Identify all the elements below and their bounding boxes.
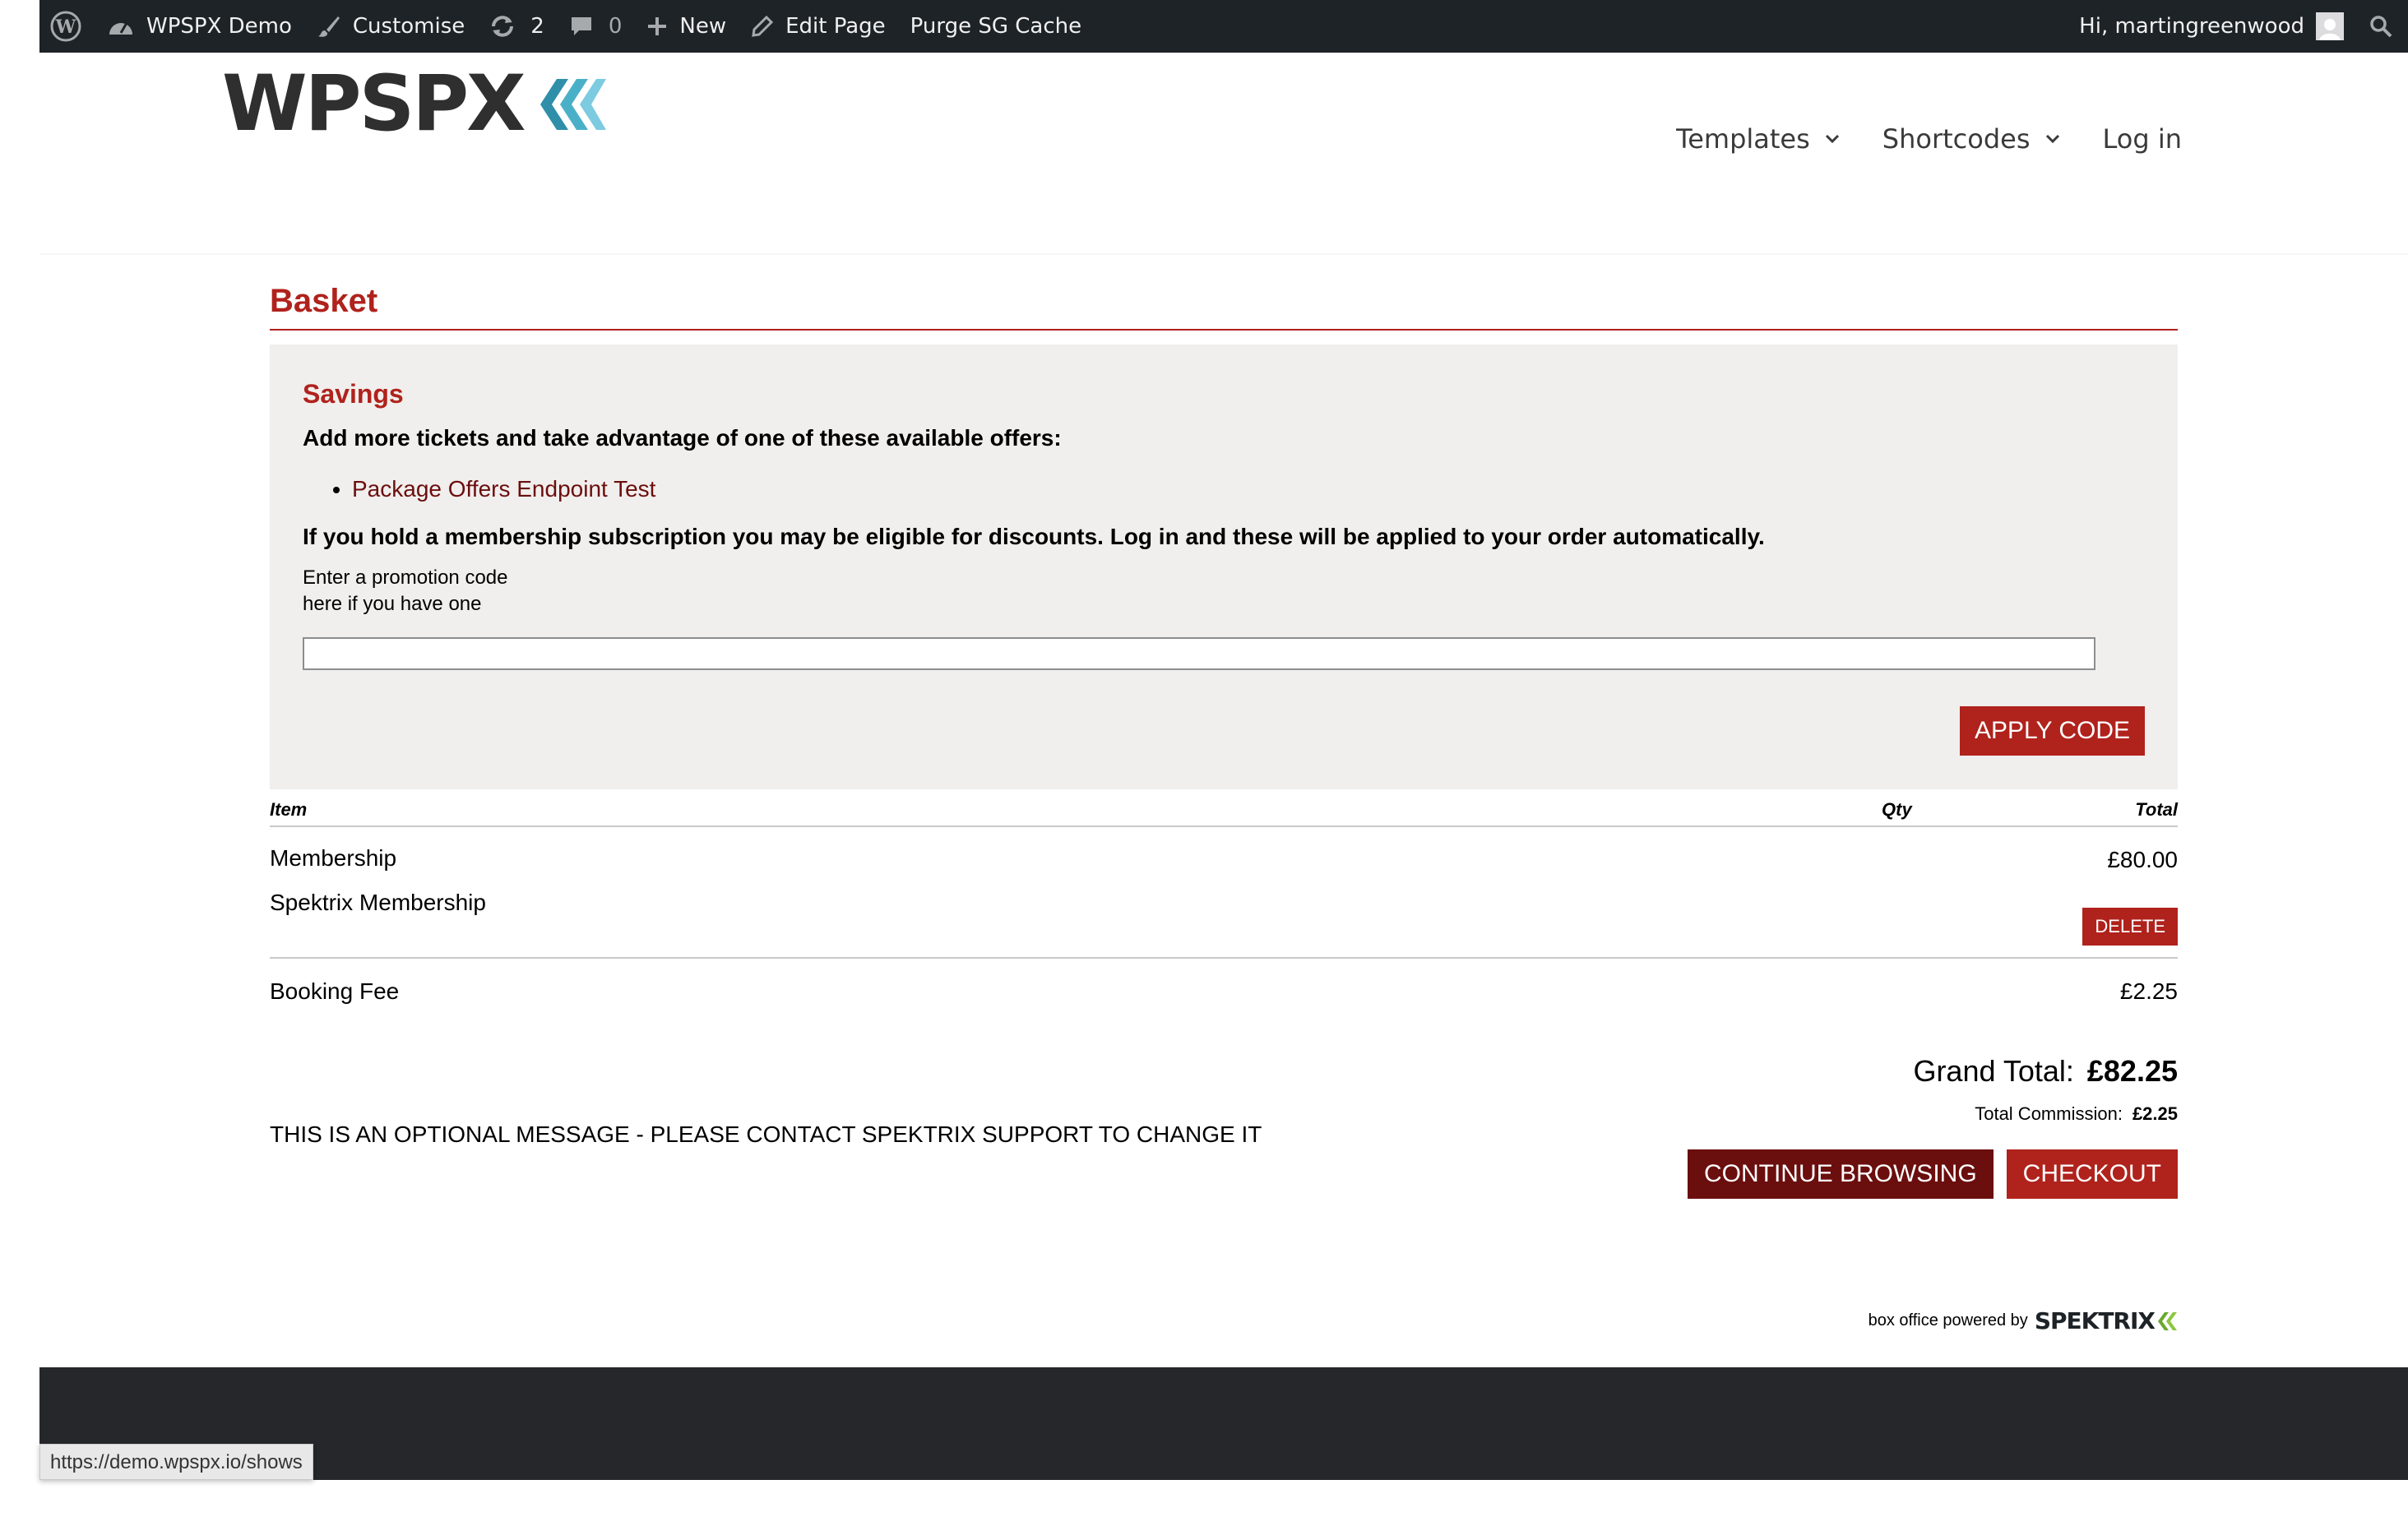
- purge-cache-label: Purge SG Cache: [910, 14, 1082, 39]
- savings-heading: Savings: [303, 379, 404, 409]
- commission-value: £2.25: [2132, 1103, 2178, 1124]
- item-name: Membership: [270, 845, 397, 871]
- booking-fee-label: Booking Fee: [270, 978, 400, 1004]
- nav-login-label: Log in: [2102, 123, 2183, 155]
- powered-by-text: box office powered by: [1868, 1311, 2028, 1329]
- logo-text: WPSPX: [222, 59, 526, 149]
- account-menu[interactable]: Hi, martingreenwood: [2067, 0, 2356, 53]
- updates-link[interactable]: 2: [477, 0, 557, 53]
- updates-icon: [492, 16, 514, 37]
- grand-total-label: Grand Total:: [1913, 1054, 2074, 1088]
- column-header-total: Total: [2135, 799, 2178, 820]
- main-navigation: Templates Shortcodes Log in: [1633, 123, 2182, 155]
- new-label: New: [679, 14, 727, 39]
- user-avatar-icon: [2319, 19, 2341, 40]
- spektrix-chevrons-icon: [2158, 1311, 2177, 1330]
- total-commission: Total Commission: £2.25: [1975, 1103, 2178, 1125]
- powered-by: box office powered by SPEKTRIX: [1869, 1307, 2178, 1334]
- new-content-menu[interactable]: New: [634, 0, 739, 53]
- comment-bubble-icon: [571, 17, 591, 35]
- site-logo[interactable]: WPSPX: [222, 66, 606, 143]
- purge-cache-link[interactable]: Purge SG Cache: [898, 0, 1094, 53]
- comments-link[interactable]: 0: [557, 0, 635, 53]
- item-price: £80.00: [2107, 847, 2178, 872]
- basket-table-header: Item Qty Total: [270, 793, 2178, 825]
- nav-shortcodes-label: Shortcodes: [1882, 123, 2031, 155]
- search-icon: [2370, 16, 2392, 38]
- basket-content: Basket Savings Add more tickets and take…: [270, 280, 2178, 1227]
- wordpress-logo-button[interactable]: W: [39, 0, 95, 53]
- column-header-qty: Qty: [1882, 799, 1912, 820]
- nav-templates[interactable]: Templates: [1676, 123, 1840, 155]
- commission-label: Total Commission:: [1975, 1103, 2123, 1124]
- admin-bar: W WPSPX Demo Customise 2 0 New Edit Page…: [39, 0, 2408, 53]
- checkout-button[interactable]: CHECKOUT: [2006, 1149, 2178, 1199]
- site-footer: [39, 1367, 2408, 1480]
- site-name-menu[interactable]: WPSPX Demo: [95, 0, 304, 53]
- svg-text:W: W: [55, 16, 76, 38]
- nav-login[interactable]: Log in: [2103, 123, 2183, 155]
- basket-actions: CONTINUE BROWSING CHECKOUT: [1687, 1149, 2178, 1199]
- wordpress-icon: W: [50, 11, 81, 42]
- admin-search-button[interactable]: [2356, 0, 2408, 53]
- table-row: Membership Spektrix Membership £80.00 DE…: [270, 827, 2178, 957]
- paintbrush-icon: [317, 16, 340, 37]
- column-header-item: Item: [270, 799, 308, 820]
- page-title: Basket: [270, 283, 378, 319]
- nav-templates-label: Templates: [1676, 123, 1810, 155]
- title-divider: [270, 329, 2178, 331]
- chevron-down-icon: [2045, 134, 2059, 144]
- edit-page-link[interactable]: Edit Page: [739, 0, 898, 53]
- logo-chevrons-icon: [539, 79, 606, 130]
- chevron-down-icon: [1825, 134, 1839, 144]
- continue-browsing-button[interactable]: CONTINUE BROWSING: [1687, 1149, 1994, 1199]
- item-description: Spektrix Membership: [270, 890, 486, 915]
- savings-panel: Savings Add more tickets and take advant…: [270, 345, 2178, 789]
- dashboard-icon: [109, 22, 132, 35]
- pencil-icon: [752, 15, 774, 37]
- booking-fee-row: Booking Fee £2.25: [270, 959, 2178, 1024]
- edit-page-label: Edit Page: [785, 14, 886, 39]
- apply-code-button[interactable]: APPLY CODE: [1960, 706, 2145, 756]
- promo-code-input[interactable]: [303, 637, 2095, 670]
- offer-link[interactable]: Package Offers Endpoint Test: [352, 476, 655, 502]
- grand-total: Grand Total: £82.25: [1913, 1054, 2178, 1089]
- booking-fee-price: £2.25: [2119, 978, 2178, 1004]
- spektrix-brand: SPEKTRIX: [2034, 1307, 2156, 1334]
- delete-item-button[interactable]: DELETE: [2082, 908, 2178, 946]
- offers-list: Package Offers Endpoint Test: [303, 474, 2145, 504]
- customise-link[interactable]: Customise: [304, 0, 477, 53]
- comments-count: 0: [608, 14, 623, 39]
- promo-code-label: Enter a promotion code here if you have …: [303, 566, 508, 615]
- membership-note: If you hold a membership subscription yo…: [303, 524, 1765, 549]
- grand-total-value: £82.25: [2086, 1054, 2178, 1088]
- header-divider: [39, 253, 2408, 255]
- avatar: [2316, 12, 2344, 40]
- offers-heading: Add more tickets and take advantage of o…: [303, 425, 1062, 451]
- link-status-tooltip: https://demo.wpspx.io/shows: [39, 1444, 313, 1480]
- list-item: Package Offers Endpoint Test: [352, 474, 2145, 504]
- greeting-label: Hi, martingreenwood: [2079, 14, 2304, 39]
- customise-label: Customise: [352, 14, 465, 39]
- nav-shortcodes[interactable]: Shortcodes: [1882, 123, 2060, 155]
- updates-count: 2: [530, 14, 544, 39]
- plus-icon: [648, 17, 667, 35]
- totals-section: Grand Total: £82.25 Total Commission: £2.2…: [270, 1054, 2178, 1227]
- optional-message: THIS IS AN OPTIONAL MESSAGE - PLEASE CON…: [270, 1121, 1262, 1147]
- site-name-label: WPSPX Demo: [146, 14, 292, 39]
